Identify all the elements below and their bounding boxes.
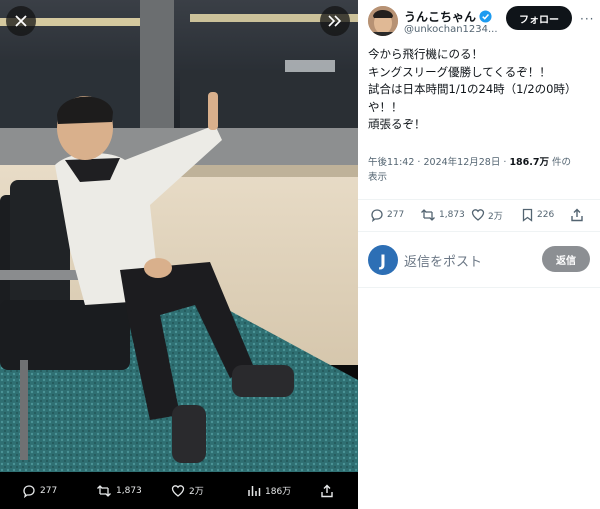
reply-icon xyxy=(371,209,383,222)
post-date[interactable]: 2024年12月28日 xyxy=(423,157,500,168)
like-icon xyxy=(171,484,185,497)
media-viewer: 277 1,873 2万 186万 xyxy=(0,0,358,509)
post-action-bar: 277 1,873 2万 226 xyxy=(358,200,600,230)
author-display-name: うんこちゃん xyxy=(404,10,477,24)
media-reply-count: 277 xyxy=(40,485,58,496)
repost-icon xyxy=(97,484,111,497)
post-text-line: 試合は日本時間1/1の24時（1/2の0時） xyxy=(368,82,577,96)
author-avatar[interactable] xyxy=(368,6,398,36)
media-action-bar: 277 1,873 2万 186万 xyxy=(0,472,358,509)
post-text: 今から飛行機にのる！ キングスリーグ優勝してくるぞ！！ 試合は日本時間1/1の2… xyxy=(368,46,593,134)
more-options-button[interactable]: ··· xyxy=(580,12,594,26)
reply-user-avatar: J xyxy=(368,245,398,275)
reply-count: 277 xyxy=(387,210,405,220)
post-time[interactable]: 午後11:42 xyxy=(368,157,414,168)
author-handle[interactable]: @unkochan1234... xyxy=(404,24,498,35)
post-text-line: や！！ xyxy=(368,99,403,114)
reply-icon xyxy=(23,484,35,498)
like-count: 2万 xyxy=(488,211,503,222)
views-icon xyxy=(248,485,261,496)
meta-separator: · xyxy=(417,157,421,168)
bookmark-action[interactable]: 226 xyxy=(521,200,554,230)
post-panel: うんこちゃん @unkochan1234... フォロー ··· 今から飛行機に… xyxy=(358,0,600,509)
follow-button[interactable]: フォロー xyxy=(506,6,572,30)
meta-separator: · xyxy=(503,157,507,168)
divider xyxy=(358,287,600,288)
reply-input[interactable]: 返信をポスト xyxy=(404,251,482,270)
bookmark-icon xyxy=(522,208,533,222)
bookmark-count: 226 xyxy=(537,210,555,220)
expand-button[interactable] xyxy=(320,6,350,36)
reply-button[interactable]: 返信 xyxy=(542,246,590,272)
like-icon xyxy=(471,209,485,221)
media-like-action[interactable]: 2万 xyxy=(171,472,204,509)
media-reply-action[interactable]: 277 xyxy=(22,472,57,509)
reply-action[interactable]: 277 xyxy=(370,200,404,230)
repost-count: 1,873 xyxy=(439,210,465,220)
author-name[interactable]: うんこちゃん xyxy=(404,8,492,25)
views-count: 186.7万 xyxy=(509,157,549,168)
share-action[interactable] xyxy=(570,200,587,230)
media-share-action[interactable] xyxy=(320,472,338,509)
repost-action[interactable]: 1,873 xyxy=(420,200,465,230)
expand-icon xyxy=(328,15,342,27)
post-text-line: 頑張るぞ！ xyxy=(368,117,426,131)
post-text-line: 今から飛行機にのる！ xyxy=(368,47,483,61)
post-meta: 午後11:42 · 2024年12月28日 · 186.7万 件の 表示 xyxy=(368,155,593,185)
share-icon xyxy=(571,208,583,222)
media-like-count: 2万 xyxy=(189,487,204,497)
post-photo xyxy=(0,0,358,472)
views-suffix: 件の xyxy=(552,157,572,168)
media-views-action[interactable]: 186万 xyxy=(247,472,291,509)
close-icon xyxy=(15,15,27,27)
share-icon xyxy=(321,484,333,497)
repost-icon xyxy=(421,209,435,221)
verified-badge-icon xyxy=(479,10,492,23)
like-action[interactable]: 2万 xyxy=(471,200,503,230)
media-repost-action[interactable]: 1,873 xyxy=(96,472,142,509)
author-avatar-image xyxy=(368,6,398,36)
close-button[interactable] xyxy=(6,6,36,36)
post-text-line: キングスリーグ優勝してくるぞ！！ xyxy=(368,64,551,79)
media-views-count: 186万 xyxy=(265,487,292,497)
media-repost-count: 1,873 xyxy=(116,485,142,496)
divider xyxy=(358,231,600,232)
views-label: 表示 xyxy=(368,172,388,183)
